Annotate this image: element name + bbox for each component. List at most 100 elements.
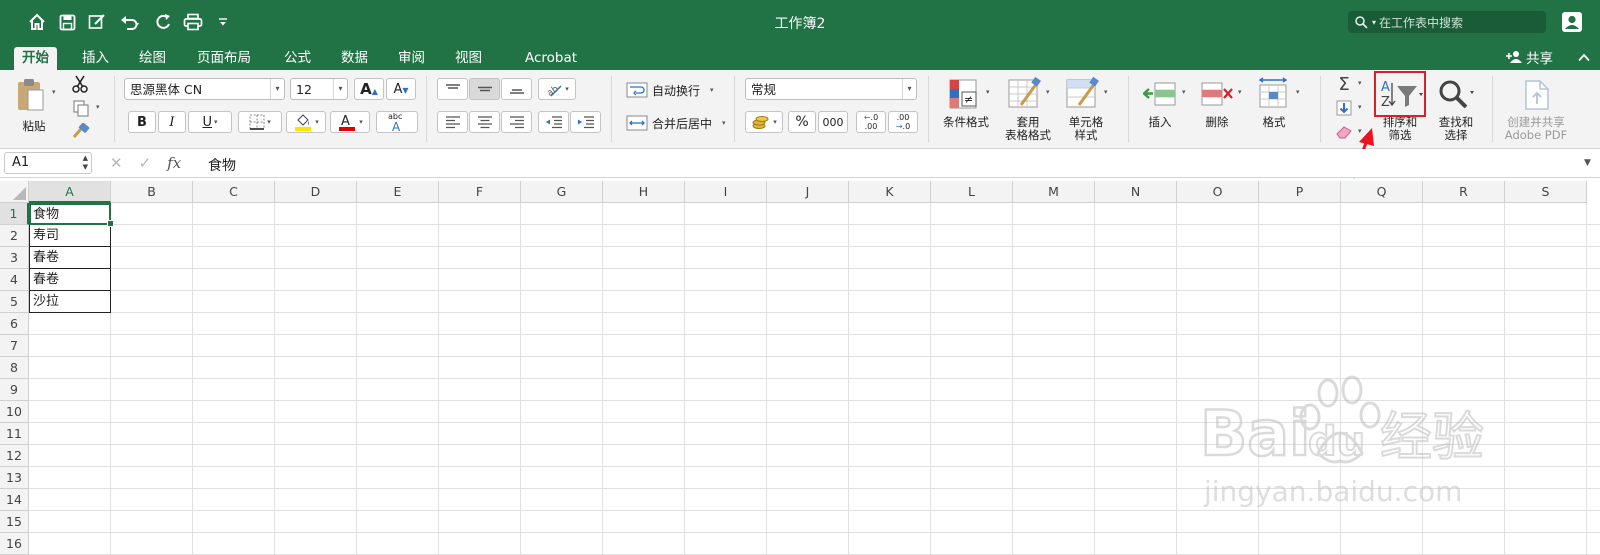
table-cell[interactable]: 春卷 [29, 247, 111, 269]
cell-styles-icon[interactable] [1064, 75, 1100, 113]
collapse-ribbon-icon[interactable] [1578, 51, 1590, 65]
chevron-down-icon[interactable]: ▾ [1182, 88, 1186, 96]
copy-icon[interactable] [70, 98, 92, 118]
row-header-15[interactable]: 15 [0, 511, 29, 533]
row-header-5[interactable]: 5 [0, 291, 29, 313]
column-header-c[interactable]: C [193, 181, 275, 203]
increase-font-size-button[interactable]: A▲ [354, 78, 384, 100]
select-all-corner[interactable] [0, 181, 29, 203]
chevron-down-icon[interactable]: ▾ [1358, 103, 1362, 111]
column-header-h[interactable]: H [603, 181, 685, 203]
expand-formula-bar-icon[interactable]: ▼ [1584, 158, 1591, 168]
fill-down-icon[interactable] [1334, 98, 1354, 118]
row-header-11[interactable]: 11 [0, 423, 29, 445]
row-header-7[interactable]: 7 [0, 335, 29, 357]
row-header-1[interactable]: 1 [0, 203, 29, 225]
underline-button[interactable]: U ▾ [188, 111, 232, 133]
number-format-select[interactable]: 常规 ▾ [745, 78, 917, 100]
copy-dropdown-icon[interactable]: ▾ [96, 103, 100, 111]
tab-formulas[interactable]: 公式 [276, 47, 319, 70]
column-header-q[interactable]: Q [1341, 181, 1423, 203]
tab-draw[interactable]: 绘图 [131, 47, 174, 70]
cancel-icon[interactable]: ✕ [110, 154, 123, 172]
tab-data[interactable]: 数据 [333, 47, 376, 70]
tab-page-layout[interactable]: 页面布局 [189, 47, 259, 70]
column-header-r[interactable]: R [1423, 181, 1505, 203]
comma-style-button[interactable]: 000 [818, 111, 848, 133]
sheet-search-input[interactable]: ▾ 在工作表中搜索 [1348, 11, 1546, 33]
column-header-a[interactable]: A [29, 181, 111, 203]
row-header-9[interactable]: 9 [0, 379, 29, 401]
row-header-4[interactable]: 4 [0, 269, 29, 291]
chevron-down-icon[interactable]: ▾ [1296, 88, 1300, 96]
fill-color-button[interactable]: ▾ [286, 111, 326, 133]
autosum-icon[interactable]: Σ [1334, 74, 1354, 95]
tab-review[interactable]: 审阅 [390, 47, 433, 70]
font-name-select[interactable]: 思源黑体 CN ▾ [124, 78, 285, 100]
column-header-m[interactable]: M [1013, 181, 1095, 203]
tab-acrobat[interactable]: Acrobat [517, 47, 585, 70]
table-cell[interactable]: 沙拉 [29, 291, 111, 313]
chevron-down-icon[interactable]: ▾ [1358, 79, 1362, 87]
confirm-icon[interactable]: ✓ [139, 154, 152, 172]
active-cell[interactable]: 食物 [29, 203, 111, 225]
row-header-2[interactable]: 2 [0, 225, 29, 247]
accounting-format-button[interactable]: ▾ [745, 111, 783, 133]
decrease-indent-button[interactable] [538, 111, 569, 133]
column-header-e[interactable]: E [357, 181, 439, 203]
font-size-select[interactable]: 12 ▾ [290, 78, 348, 100]
column-header-d[interactable]: D [275, 181, 357, 203]
row-header-14[interactable]: 14 [0, 489, 29, 511]
account-icon[interactable] [1562, 12, 1582, 35]
row-header-12[interactable]: 12 [0, 445, 29, 467]
row-header-8[interactable]: 8 [0, 357, 29, 379]
merge-center-button[interactable]: 合并后居中 ▾ [626, 113, 726, 133]
orientation-button[interactable]: ab ▾ [538, 78, 576, 100]
align-right-button[interactable] [501, 111, 532, 133]
column-header-i[interactable]: I [685, 181, 767, 203]
bold-button[interactable]: B [128, 111, 156, 133]
name-box-spinner-icon[interactable]: ▲ ▼ [83, 154, 88, 172]
find-select-icon[interactable] [1436, 76, 1476, 112]
align-center-button[interactable] [469, 111, 500, 133]
table-cell[interactable]: 春卷 [29, 269, 111, 291]
chevron-down-icon[interactable]: ▾ [1238, 88, 1242, 96]
share-button[interactable]: 共享 [1505, 47, 1553, 67]
column-header-s[interactable]: S [1505, 181, 1587, 203]
align-middle-button[interactable] [469, 78, 500, 100]
column-header-k[interactable]: K [849, 181, 931, 203]
column-header-n[interactable]: N [1095, 181, 1177, 203]
tab-view[interactable]: 视图 [447, 47, 490, 70]
format-as-table-icon[interactable] [1006, 75, 1042, 113]
insert-cells-icon[interactable] [1142, 78, 1178, 110]
column-header-f[interactable]: F [439, 181, 521, 203]
format-cells-icon[interactable] [1256, 76, 1292, 110]
increase-indent-button[interactable] [570, 111, 601, 133]
chevron-down-icon[interactable]: ▾ [1104, 88, 1108, 96]
table-cell[interactable]: 寿司 [29, 225, 111, 247]
row-header-16[interactable]: 16 [0, 533, 29, 555]
column-header-g[interactable]: G [521, 181, 603, 203]
column-header-l[interactable]: L [931, 181, 1013, 203]
chevron-down-icon[interactable]: ▾ [1046, 88, 1050, 96]
column-header-p[interactable]: P [1259, 181, 1341, 203]
decrease-font-size-button[interactable]: A▼ [386, 78, 416, 100]
row-header-10[interactable]: 10 [0, 401, 29, 423]
align-bottom-button[interactable] [501, 78, 532, 100]
conditional-format-icon[interactable]: ≠ [946, 75, 982, 113]
row-header-6[interactable]: 6 [0, 313, 29, 335]
align-top-button[interactable] [437, 78, 468, 100]
format-painter-icon[interactable] [70, 122, 92, 142]
create-share-pdf-icon[interactable] [1520, 78, 1554, 112]
row-header-3[interactable]: 3 [0, 247, 29, 269]
paste-dropdown-icon[interactable]: ▾ [52, 88, 56, 96]
tab-home[interactable]: 开始 [14, 47, 57, 70]
row-header-13[interactable]: 13 [0, 467, 29, 489]
worksheet-grid[interactable]: ABCDEFGHIJKLMNOPQRS 1 2 3 4 5 6 7 8 9 10 11 12 13 14 1… [0, 181, 1600, 555]
formula-input[interactable]: 食物 [208, 155, 236, 175]
tab-insert[interactable]: 插入 [74, 47, 117, 70]
delete-cells-icon[interactable] [1199, 78, 1235, 110]
column-header-o[interactable]: O [1177, 181, 1259, 203]
wrap-text-button[interactable]: 自动换行 ▾ [626, 80, 714, 100]
insert-function-button[interactable]: fx [167, 154, 181, 172]
